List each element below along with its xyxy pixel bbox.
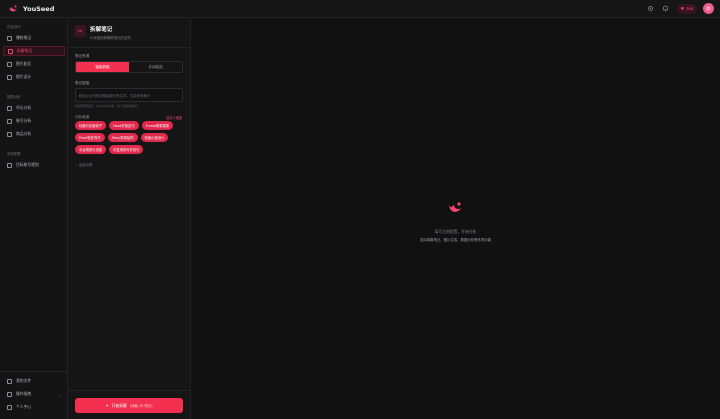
sidebar-item-label: 操作指南 — [16, 391, 32, 396]
sidebar-item-label: 目标账号规划 — [16, 162, 39, 167]
sidebar-item-label: 图片设计 — [16, 74, 32, 79]
dimension-tags: 标题与封面钩子 Hook开篇技巧 Frame叙事框架 Proof信任背书 Sto… — [75, 121, 187, 157]
sidebar-section-system: 系统配置 — [7, 152, 21, 156]
panel-footer-divider — [68, 390, 191, 391]
dimension-tag[interactable]: 可复用的写作技巧 — [109, 145, 144, 154]
target-icon — [7, 162, 12, 168]
panel-header: ✂ 拆解笔记 AI深度拆解爆款笔记的结构 — [74, 25, 131, 40]
panel-divider — [68, 47, 191, 48]
sidebar-section-content: 内容创作 — [7, 25, 21, 29]
book-icon — [7, 391, 12, 397]
sidebar-item-label: 账号分析 — [16, 118, 32, 123]
dimension-tag[interactable]: 平台规则与流量 — [75, 145, 107, 154]
link-label: 笔记链接 — [75, 81, 90, 85]
source-label: 笔记来源 — [75, 54, 90, 58]
sidebar-item-breakdown-notes[interactable]: 拆解笔记 — [3, 46, 65, 56]
image-icon — [7, 61, 12, 67]
seed-logo-icon — [448, 202, 462, 212]
note-link-input[interactable]: 粘贴小红书笔记链接或分享文本，支持多条换行 — [75, 88, 183, 102]
palette-icon — [7, 74, 12, 80]
pen-icon — [7, 35, 12, 41]
panel-subtitle: AI深度拆解爆款笔记的结构 — [90, 36, 131, 40]
source-toggle: 链接抓取 手动粘贴 — [75, 61, 183, 73]
sidebar-item-image-design[interactable]: 图片设计 — [3, 72, 65, 82]
sidebar-item-image-caption[interactable]: 图片配文 — [3, 59, 65, 69]
settings-gear-icon[interactable] — [647, 5, 655, 13]
sidebar-item-label: 图片配文 — [16, 61, 32, 66]
app-root: YouSeed ♥ 388 即 内容创作 爆款笔记 拆解笔记 图片配文 图片设计… — [0, 0, 720, 419]
chevron-down-icon: ⌄ — [75, 163, 78, 167]
panel-title: 拆解笔记 — [90, 27, 113, 33]
source-option-manual[interactable]: 手动粘贴 — [129, 62, 182, 72]
sidebar-item-label: 拆解笔记 — [17, 48, 33, 53]
dimension-tag[interactable]: Hook开篇技巧 — [109, 121, 139, 130]
avatar[interactable]: 即 — [703, 3, 714, 14]
empty-state-subtitle: 支持单篇笔记、图片生成、数据分析等多项功能 — [419, 238, 492, 242]
sidebar-section-analysis: 数据分析 — [7, 95, 21, 99]
dimension-tag[interactable]: 情绪价值设计 — [140, 133, 169, 142]
custom-dimension-link[interactable]: 自定义维度 — [166, 115, 182, 120]
start-breakdown-button[interactable]: ✦ 开始拆解 (消耗 20 积分) — [75, 398, 183, 413]
start-button-label: 开始拆解 — [111, 402, 127, 408]
app-name: YouSeed — [23, 4, 55, 13]
dimension-tag[interactable]: 标题与封面钩子 — [75, 121, 107, 130]
top-right-controls: ♥ 388 即 — [647, 3, 714, 14]
advanced-settings-label: 高级设置 — [78, 163, 93, 167]
dimension-tag[interactable]: Proof信任背书 — [75, 133, 105, 142]
sidebar: 内容创作 爆款笔记 拆解笔记 图片配文 图片设计 数据分析 评论分析 账号分析 — [0, 18, 68, 419]
dimension-tag[interactable]: Frame叙事框架 — [141, 121, 174, 130]
link-hint: 支持网页链接、App分享文本，多个链接请换行 — [75, 104, 138, 108]
empty-state-title: 填写左侧配置，开始分析 — [434, 229, 477, 234]
sidebar-item-profile[interactable]: 个人中心 — [3, 402, 65, 412]
config-panel: ✂ 拆解笔记 AI深度拆解爆款笔记的结构 笔记来源 链接抓取 手动粘贴 笔记链接… — [68, 18, 191, 419]
scissors-icon: ✂ — [74, 25, 86, 37]
shopping-bag-icon — [7, 131, 12, 137]
credits-value: 388 — [686, 6, 693, 11]
dimension-tag[interactable]: Story叙事结构 — [107, 133, 138, 142]
sidebar-divider — [0, 371, 68, 372]
sparkle-icon: ✦ — [105, 403, 109, 408]
sidebar-item-label: 爆款笔记 — [16, 35, 32, 40]
sidebar-item-my-files[interactable]: 我的文件 — [3, 376, 65, 386]
heart-icon: ♥ — [680, 6, 685, 11]
dimensions-label: 分析维度 — [75, 115, 90, 119]
sidebar-item-account-analysis[interactable]: 账号分析 — [3, 116, 65, 126]
sidebar-item-label: 商品分析 — [16, 131, 32, 136]
scissors-icon — [8, 48, 13, 54]
logo[interactable]: YouSeed — [8, 4, 54, 14]
sidebar-item-product-analysis[interactable]: 商品分析 — [3, 129, 65, 139]
sidebar-item-label: 我的文件 — [16, 378, 32, 383]
sidebar-item-comment-analysis[interactable]: 评论分析 — [3, 103, 65, 113]
start-button-cost: (消耗 20 积分) — [129, 404, 153, 408]
top-bar: YouSeed ♥ 388 即 — [0, 0, 720, 18]
user-icon — [7, 118, 12, 124]
comment-icon — [7, 105, 12, 111]
sidebar-item-label: 评论分析 — [16, 105, 32, 110]
sidebar-item-viral-notes[interactable]: 爆款笔记 — [3, 33, 65, 43]
advanced-settings-toggle[interactable]: ⌄ 高级设置 — [75, 162, 92, 167]
sidebar-item-target-account[interactable]: 目标账号规划 — [3, 160, 65, 170]
person-icon — [7, 404, 12, 410]
folder-icon — [7, 378, 12, 384]
chevron-down-icon: ⌄ — [57, 391, 61, 397]
bell-icon[interactable] — [662, 5, 670, 13]
credits-badge[interactable]: ♥ 388 — [676, 3, 697, 14]
main-content: 填写左侧配置，开始分析 支持单篇笔记、图片生成、数据分析等多项功能 — [191, 18, 720, 419]
source-option-link[interactable]: 链接抓取 — [76, 62, 129, 72]
seed-logo-icon — [9, 5, 17, 11]
sidebar-item-label: 个人中心 — [16, 404, 32, 409]
sidebar-item-guide[interactable]: 操作指南 ⌄ — [3, 389, 65, 399]
